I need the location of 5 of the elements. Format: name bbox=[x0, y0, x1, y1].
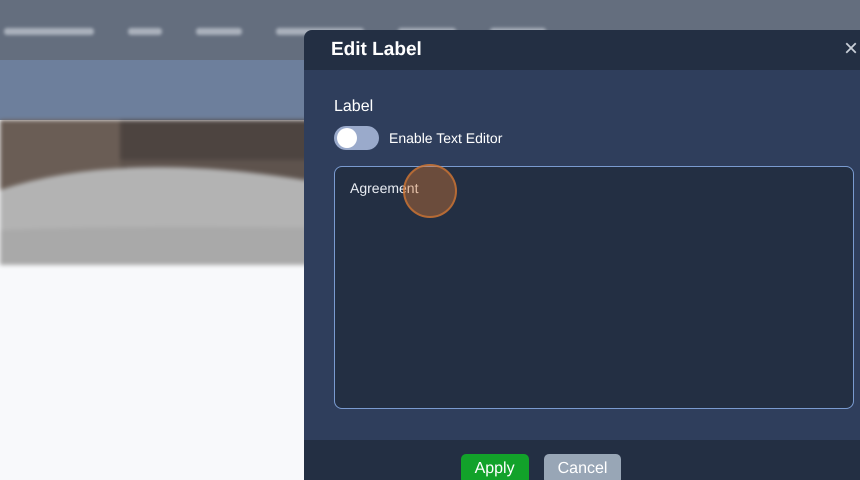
field-label: Label bbox=[334, 98, 374, 116]
toggle-label: Enable Text Editor bbox=[389, 130, 502, 146]
dialog-title: Edit Label bbox=[331, 39, 422, 61]
toggle-switch[interactable] bbox=[334, 126, 379, 150]
close-button[interactable]: × bbox=[844, 38, 858, 60]
